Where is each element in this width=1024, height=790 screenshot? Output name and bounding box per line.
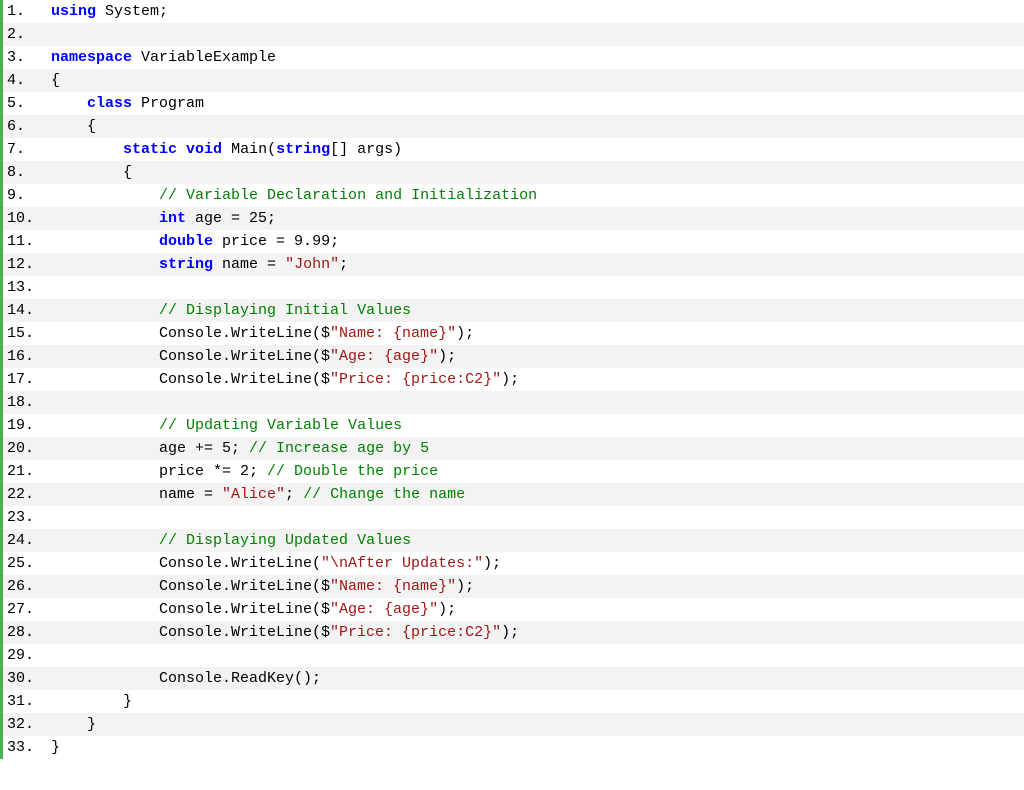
line-number: 23.	[3, 506, 51, 529]
code-line: 20. age += 5; // Increase age by 5	[3, 437, 1024, 460]
code-content: {	[51, 115, 96, 138]
code-content: }	[51, 690, 132, 713]
line-number: 1.	[3, 0, 51, 23]
code-line: 25. Console.WriteLine("\nAfter Updates:"…	[3, 552, 1024, 575]
line-number: 5.	[3, 92, 51, 115]
code-line: 15. Console.WriteLine($"Name: {name}");	[3, 322, 1024, 345]
code-line: 30. Console.ReadKey();	[3, 667, 1024, 690]
code-line: 5. class Program	[3, 92, 1024, 115]
line-number: 13.	[3, 276, 51, 299]
line-number: 10.	[3, 207, 51, 230]
line-number: 6.	[3, 115, 51, 138]
code-block: 1.using System;2.3.namespace VariableExa…	[0, 0, 1024, 759]
code-content: }	[51, 736, 60, 759]
code-line: 1.using System;	[3, 0, 1024, 23]
line-number: 17.	[3, 368, 51, 391]
line-number: 3.	[3, 46, 51, 69]
code-content: using System;	[51, 0, 168, 23]
code-content: name = "Alice"; // Change the name	[51, 483, 465, 506]
line-number: 4.	[3, 69, 51, 92]
line-number: 28.	[3, 621, 51, 644]
code-line: 29.	[3, 644, 1024, 667]
line-number: 15.	[3, 322, 51, 345]
code-content: // Displaying Updated Values	[51, 529, 411, 552]
line-number: 7.	[3, 138, 51, 161]
line-number: 11.	[3, 230, 51, 253]
line-number: 16.	[3, 345, 51, 368]
code-line: 2.	[3, 23, 1024, 46]
code-content: static void Main(string[] args)	[51, 138, 402, 161]
code-line: 7. static void Main(string[] args)	[3, 138, 1024, 161]
code-line: 33.}	[3, 736, 1024, 759]
code-content: Console.WriteLine($"Age: {age}");	[51, 345, 456, 368]
code-content: int age = 25;	[51, 207, 276, 230]
code-line: 19. // Updating Variable Values	[3, 414, 1024, 437]
line-number: 14.	[3, 299, 51, 322]
code-line: 9. // Variable Declaration and Initializ…	[3, 184, 1024, 207]
line-number: 30.	[3, 667, 51, 690]
code-content: double price = 9.99;	[51, 230, 339, 253]
line-number: 24.	[3, 529, 51, 552]
code-line: 21. price *= 2; // Double the price	[3, 460, 1024, 483]
code-line: 8. {	[3, 161, 1024, 184]
line-number: 27.	[3, 598, 51, 621]
code-line: 16. Console.WriteLine($"Age: {age}");	[3, 345, 1024, 368]
code-line: 4.{	[3, 69, 1024, 92]
code-line: 11. double price = 9.99;	[3, 230, 1024, 253]
line-number: 26.	[3, 575, 51, 598]
line-number: 32.	[3, 713, 51, 736]
line-number: 12.	[3, 253, 51, 276]
code-line: 18.	[3, 391, 1024, 414]
code-content: class Program	[51, 92, 204, 115]
line-number: 9.	[3, 184, 51, 207]
code-line: 14. // Displaying Initial Values	[3, 299, 1024, 322]
line-number: 20.	[3, 437, 51, 460]
code-content: {	[51, 69, 60, 92]
code-line: 13.	[3, 276, 1024, 299]
code-line: 31. }	[3, 690, 1024, 713]
line-number: 8.	[3, 161, 51, 184]
code-line: 22. name = "Alice"; // Change the name	[3, 483, 1024, 506]
line-number: 2.	[3, 23, 51, 46]
line-number: 22.	[3, 483, 51, 506]
code-content: string name = "John";	[51, 253, 348, 276]
line-number: 25.	[3, 552, 51, 575]
line-number: 19.	[3, 414, 51, 437]
code-content: Console.WriteLine($"Name: {name}");	[51, 322, 474, 345]
code-content: namespace VariableExample	[51, 46, 276, 69]
code-line: 17. Console.WriteLine($"Price: {price:C2…	[3, 368, 1024, 391]
code-content: Console.WriteLine($"Price: {price:C2}");	[51, 368, 519, 391]
line-number: 33.	[3, 736, 51, 759]
code-content: // Variable Declaration and Initializati…	[51, 184, 537, 207]
code-line: 3.namespace VariableExample	[3, 46, 1024, 69]
code-content: // Displaying Initial Values	[51, 299, 411, 322]
code-content: Console.WriteLine($"Age: {age}");	[51, 598, 456, 621]
code-line: 24. // Displaying Updated Values	[3, 529, 1024, 552]
code-content: Console.WriteLine($"Price: {price:C2}");	[51, 621, 519, 644]
code-line: 28. Console.WriteLine($"Price: {price:C2…	[3, 621, 1024, 644]
code-line: 26. Console.WriteLine($"Name: {name}");	[3, 575, 1024, 598]
line-number: 18.	[3, 391, 51, 414]
code-line: 32. }	[3, 713, 1024, 736]
code-line: 6. {	[3, 115, 1024, 138]
code-content: age += 5; // Increase age by 5	[51, 437, 429, 460]
line-number: 21.	[3, 460, 51, 483]
code-content: {	[51, 161, 132, 184]
code-content: Console.WriteLine("\nAfter Updates:");	[51, 552, 501, 575]
code-line: 12. string name = "John";	[3, 253, 1024, 276]
code-content: Console.WriteLine($"Name: {name}");	[51, 575, 474, 598]
code-content: }	[51, 713, 96, 736]
line-number: 29.	[3, 644, 51, 667]
code-content: Console.ReadKey();	[51, 667, 321, 690]
code-line: 10. int age = 25;	[3, 207, 1024, 230]
code-content: // Updating Variable Values	[51, 414, 402, 437]
code-line: 27. Console.WriteLine($"Age: {age}");	[3, 598, 1024, 621]
code-content: price *= 2; // Double the price	[51, 460, 438, 483]
line-number: 31.	[3, 690, 51, 713]
code-line: 23.	[3, 506, 1024, 529]
